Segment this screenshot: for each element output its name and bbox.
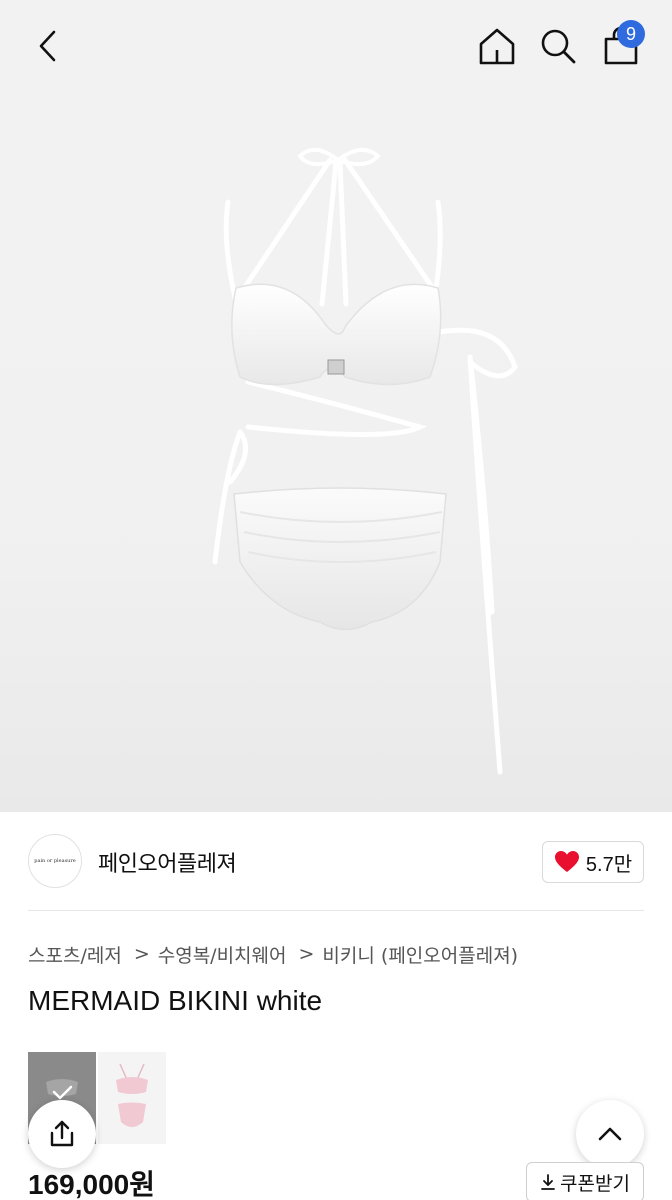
like-button[interactable]: 5.7만 bbox=[542, 841, 644, 883]
breadcrumb-separator: > bbox=[298, 943, 315, 965]
like-count: 5.7만 bbox=[585, 853, 633, 876]
home-button[interactable] bbox=[470, 20, 524, 72]
coupon-button[interactable]: 쿠폰받기 bbox=[526, 1162, 644, 1200]
breadcrumb-item-swimwear[interactable]: 수영복/비치웨어 bbox=[158, 941, 287, 968]
search-button[interactable] bbox=[532, 20, 584, 72]
product-image[interactable] bbox=[0, 92, 672, 812]
cart-count-badge: 9 bbox=[617, 20, 645, 48]
top-bar: 9 bbox=[0, 0, 672, 92]
divider bbox=[28, 910, 644, 911]
back-button[interactable] bbox=[22, 22, 74, 70]
breadcrumb-item-bikini[interactable]: 비키니 (페인오어플레져) bbox=[322, 941, 518, 968]
chevron-left-icon bbox=[39, 30, 56, 62]
search-icon bbox=[541, 29, 576, 64]
scroll-to-top-button[interactable] bbox=[576, 1100, 644, 1168]
brand-row: pain or pleasure 페인오어플레져 5.7만 bbox=[0, 812, 672, 910]
heart-icon bbox=[554, 851, 579, 872]
brand-logo[interactable]: pain or pleasure bbox=[28, 834, 82, 888]
download-icon bbox=[541, 1174, 555, 1190]
share-button[interactable] bbox=[28, 1100, 96, 1168]
breadcrumb-item-sports[interactable]: 스포츠/레저 bbox=[28, 941, 122, 968]
white-halter-bikini-image bbox=[212, 148, 518, 775]
share-icon bbox=[50, 1120, 74, 1147]
pink-bikini-thumbnail bbox=[116, 1063, 148, 1127]
product-title: MERMAID BIKINI white bbox=[28, 985, 323, 1016]
color-option-pink[interactable] bbox=[98, 1052, 166, 1144]
breadcrumb: 스포츠/레저 > 수영복/비치웨어 > 비키니 (페인오어플레져) bbox=[28, 940, 518, 968]
brand-name[interactable]: 페인오어플레져 bbox=[98, 846, 237, 878]
home-icon bbox=[479, 28, 515, 65]
coupon-label: 쿠폰받기 bbox=[560, 1172, 630, 1195]
breadcrumb-separator: > bbox=[133, 943, 150, 965]
chevron-up-icon bbox=[598, 1127, 622, 1141]
product-price: 169,000원 bbox=[28, 1169, 155, 1200]
brand-logo-text: pain or pleasure bbox=[34, 858, 76, 864]
